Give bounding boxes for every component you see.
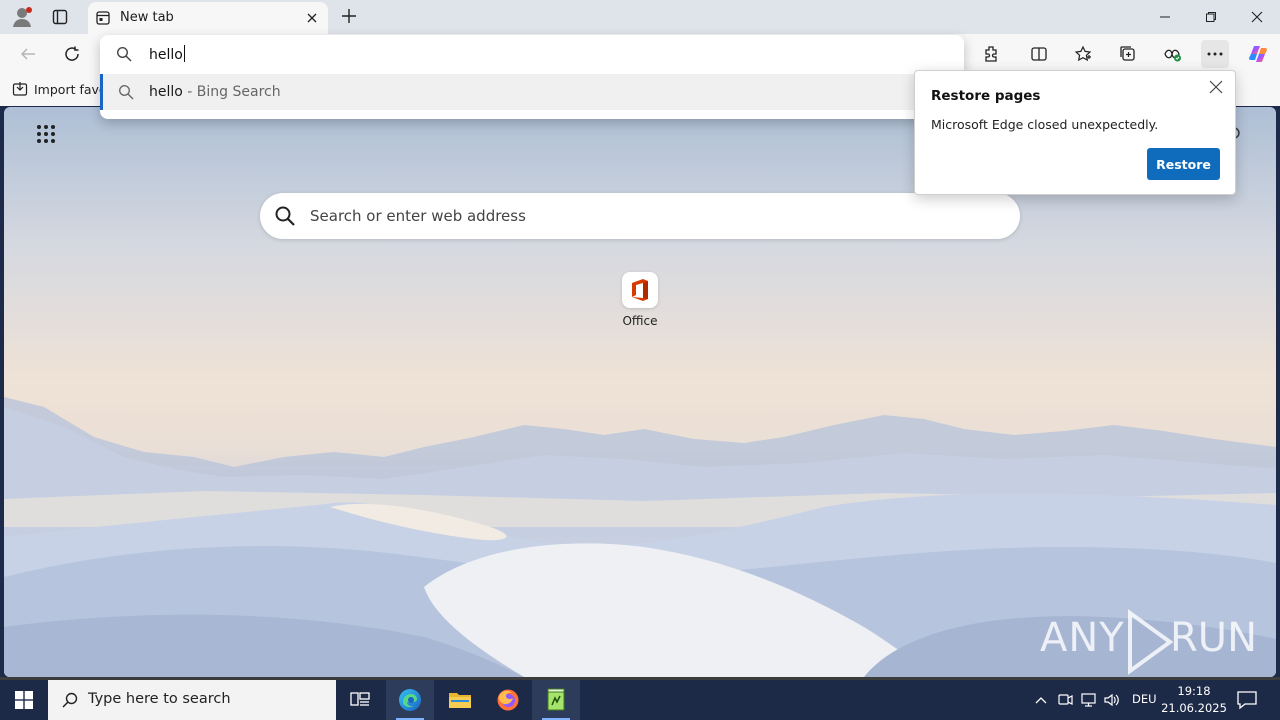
network-icon[interactable] <box>1080 691 1098 709</box>
anyrun-watermark: ANY RUN <box>1040 607 1257 677</box>
text-caret <box>183 45 185 62</box>
restore-pages-popup: Restore pages Microsoft Edge closed unex… <box>914 70 1236 195</box>
minimize-icon[interactable] <box>1150 5 1180 29</box>
new-tab-plus-icon[interactable] <box>338 5 360 27</box>
office-icon <box>622 272 658 308</box>
notepad-icon <box>547 688 565 711</box>
edge-icon <box>399 689 421 711</box>
watermark-text-right: RUN <box>1170 615 1257 661</box>
task-view-icon <box>350 692 370 706</box>
apps-grid-icon[interactable] <box>36 124 56 144</box>
taskbar-search-placeholder: Type here to search <box>88 691 231 707</box>
more-options-icon[interactable] <box>1201 40 1229 68</box>
profile-avatar-icon[interactable] <box>9 5 35 29</box>
favorites-star-icon[interactable] <box>1069 40 1097 68</box>
address-input[interactable]: hello <box>149 45 185 63</box>
suggestion-query: hello <box>149 84 183 100</box>
start-button[interactable] <box>0 680 48 720</box>
import-favorites-button[interactable]: Import favor <box>12 81 112 97</box>
address-bar[interactable]: hello <box>100 35 964 73</box>
search-icon <box>62 692 78 712</box>
taskbar: Type here to search DEU 19:18 21.06.2025 <box>0 680 1280 720</box>
popup-title: Restore pages <box>931 88 1041 104</box>
new-tab-page-icon <box>96 11 110 29</box>
close-popup-icon[interactable] <box>1209 80 1223 94</box>
split-screen-icon[interactable] <box>1025 40 1053 68</box>
suggestion-text: hello - Bing Search <box>149 84 281 100</box>
import-icon <box>12 82 28 96</box>
clock-date[interactable]: 21.06.2025 <box>1160 701 1228 715</box>
folder-icon <box>449 693 471 708</box>
taskbar-app-notepadpp[interactable] <box>532 680 580 720</box>
windows-logo-icon <box>15 691 33 709</box>
collections-icon[interactable] <box>1114 40 1142 68</box>
restore-window-icon[interactable] <box>1196 5 1226 29</box>
taskbar-app-firefox[interactable] <box>484 680 532 720</box>
input-language-indicator[interactable]: DEU <box>1132 692 1157 706</box>
search-icon <box>118 84 134 104</box>
ntp-search-box[interactable] <box>260 193 1020 239</box>
address-input-value: hello <box>149 47 183 63</box>
clock-time[interactable]: 19:18 <box>1166 684 1222 698</box>
firefox-icon <box>497 689 519 711</box>
close-tab-icon[interactable] <box>304 10 320 26</box>
search-icon <box>274 205 296 231</box>
quick-link-office[interactable]: Office <box>612 272 668 328</box>
meet-now-icon[interactable] <box>1056 691 1074 709</box>
popup-message: Microsoft Edge closed unexpectedly. <box>931 117 1159 132</box>
tab-new-tab[interactable]: New tab <box>88 2 328 34</box>
tab-actions-icon[interactable] <box>47 5 73 29</box>
watermark-text-left: ANY <box>1040 615 1125 661</box>
quick-link-label: Office <box>622 314 658 328</box>
extensions-icon[interactable] <box>977 40 1005 68</box>
suggestion-suffix: - Bing Search <box>182 84 281 100</box>
taskbar-app-edge[interactable] <box>386 680 434 720</box>
restore-button[interactable]: Restore <box>1147 148 1220 180</box>
search-suggestion-item[interactable]: hello - Bing Search <box>100 74 964 110</box>
notifications-icon[interactable] <box>1236 690 1258 710</box>
taskbar-app-file-explorer[interactable] <box>436 680 484 720</box>
browser-essentials-icon[interactable] <box>1158 40 1186 68</box>
tab-title: New tab <box>120 10 174 25</box>
search-icon <box>116 46 132 66</box>
refresh-icon[interactable] <box>58 40 86 68</box>
close-window-icon[interactable] <box>1242 5 1272 29</box>
show-hidden-icons-chevron-up-icon[interactable] <box>1032 691 1050 709</box>
play-triangle-icon <box>1128 609 1174 675</box>
taskbar-search-box[interactable]: Type here to search <box>48 680 336 720</box>
volume-icon[interactable] <box>1103 691 1121 709</box>
title-bar: New tab <box>0 0 1280 34</box>
copilot-icon[interactable] <box>1244 40 1272 68</box>
back-arrow-icon[interactable] <box>14 40 42 68</box>
address-bar-dropdown: hello hello - Bing Search <box>100 35 964 119</box>
ntp-search-input[interactable] <box>308 200 998 232</box>
task-view-button[interactable] <box>336 680 384 720</box>
